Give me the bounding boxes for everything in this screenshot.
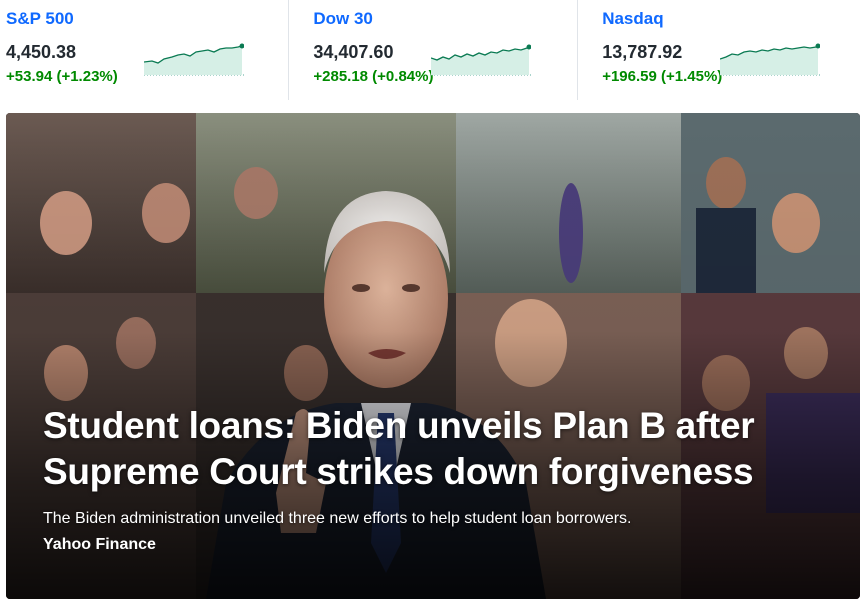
ticker-change: +196.59 (+1.45%) xyxy=(602,68,723,85)
sparkline-chart xyxy=(720,43,821,76)
ticker-price: 34,407.60 xyxy=(313,42,394,62)
ticker-sp500[interactable]: S&P 500 4,450.38 +53.94 (+1.23%) xyxy=(0,0,288,100)
ticker-name[interactable]: Dow 30 xyxy=(313,9,373,29)
hero-source: Yahoo Finance xyxy=(43,536,156,553)
hero-headline[interactable]: Student loans: Biden unveils Plan B afte… xyxy=(43,403,823,495)
ticker-change: +53.94 (+1.23%) xyxy=(6,68,118,85)
ticker-name[interactable]: S&P 500 xyxy=(6,9,74,29)
ticker-dow30[interactable]: Dow 30 34,407.60 +285.18 (+0.84%) xyxy=(288,0,577,100)
sparkline-chart xyxy=(431,44,532,76)
hero-story-card[interactable]: Student loans: Biden unveils Plan B afte… xyxy=(6,113,860,599)
ticker-change: +285.18 (+0.84%) xyxy=(313,68,434,85)
ticker-price: 4,450.38 xyxy=(6,42,77,62)
hero-text-block: Student loans: Biden unveils Plan B afte… xyxy=(43,403,823,554)
sparkline-chart xyxy=(144,43,244,76)
ticker-price: 13,787.92 xyxy=(602,42,683,62)
ticker-nasdaq[interactable]: Nasdaq 13,787.92 +196.59 (+1.45%) xyxy=(577,0,866,100)
hero-summary: The Biden administration unveiled three … xyxy=(43,510,632,527)
ticker-name[interactable]: Nasdaq xyxy=(602,9,663,29)
market-tickers: S&P 500 4,450.38 +53.94 (+1.23%) Dow 30 … xyxy=(0,0,866,100)
